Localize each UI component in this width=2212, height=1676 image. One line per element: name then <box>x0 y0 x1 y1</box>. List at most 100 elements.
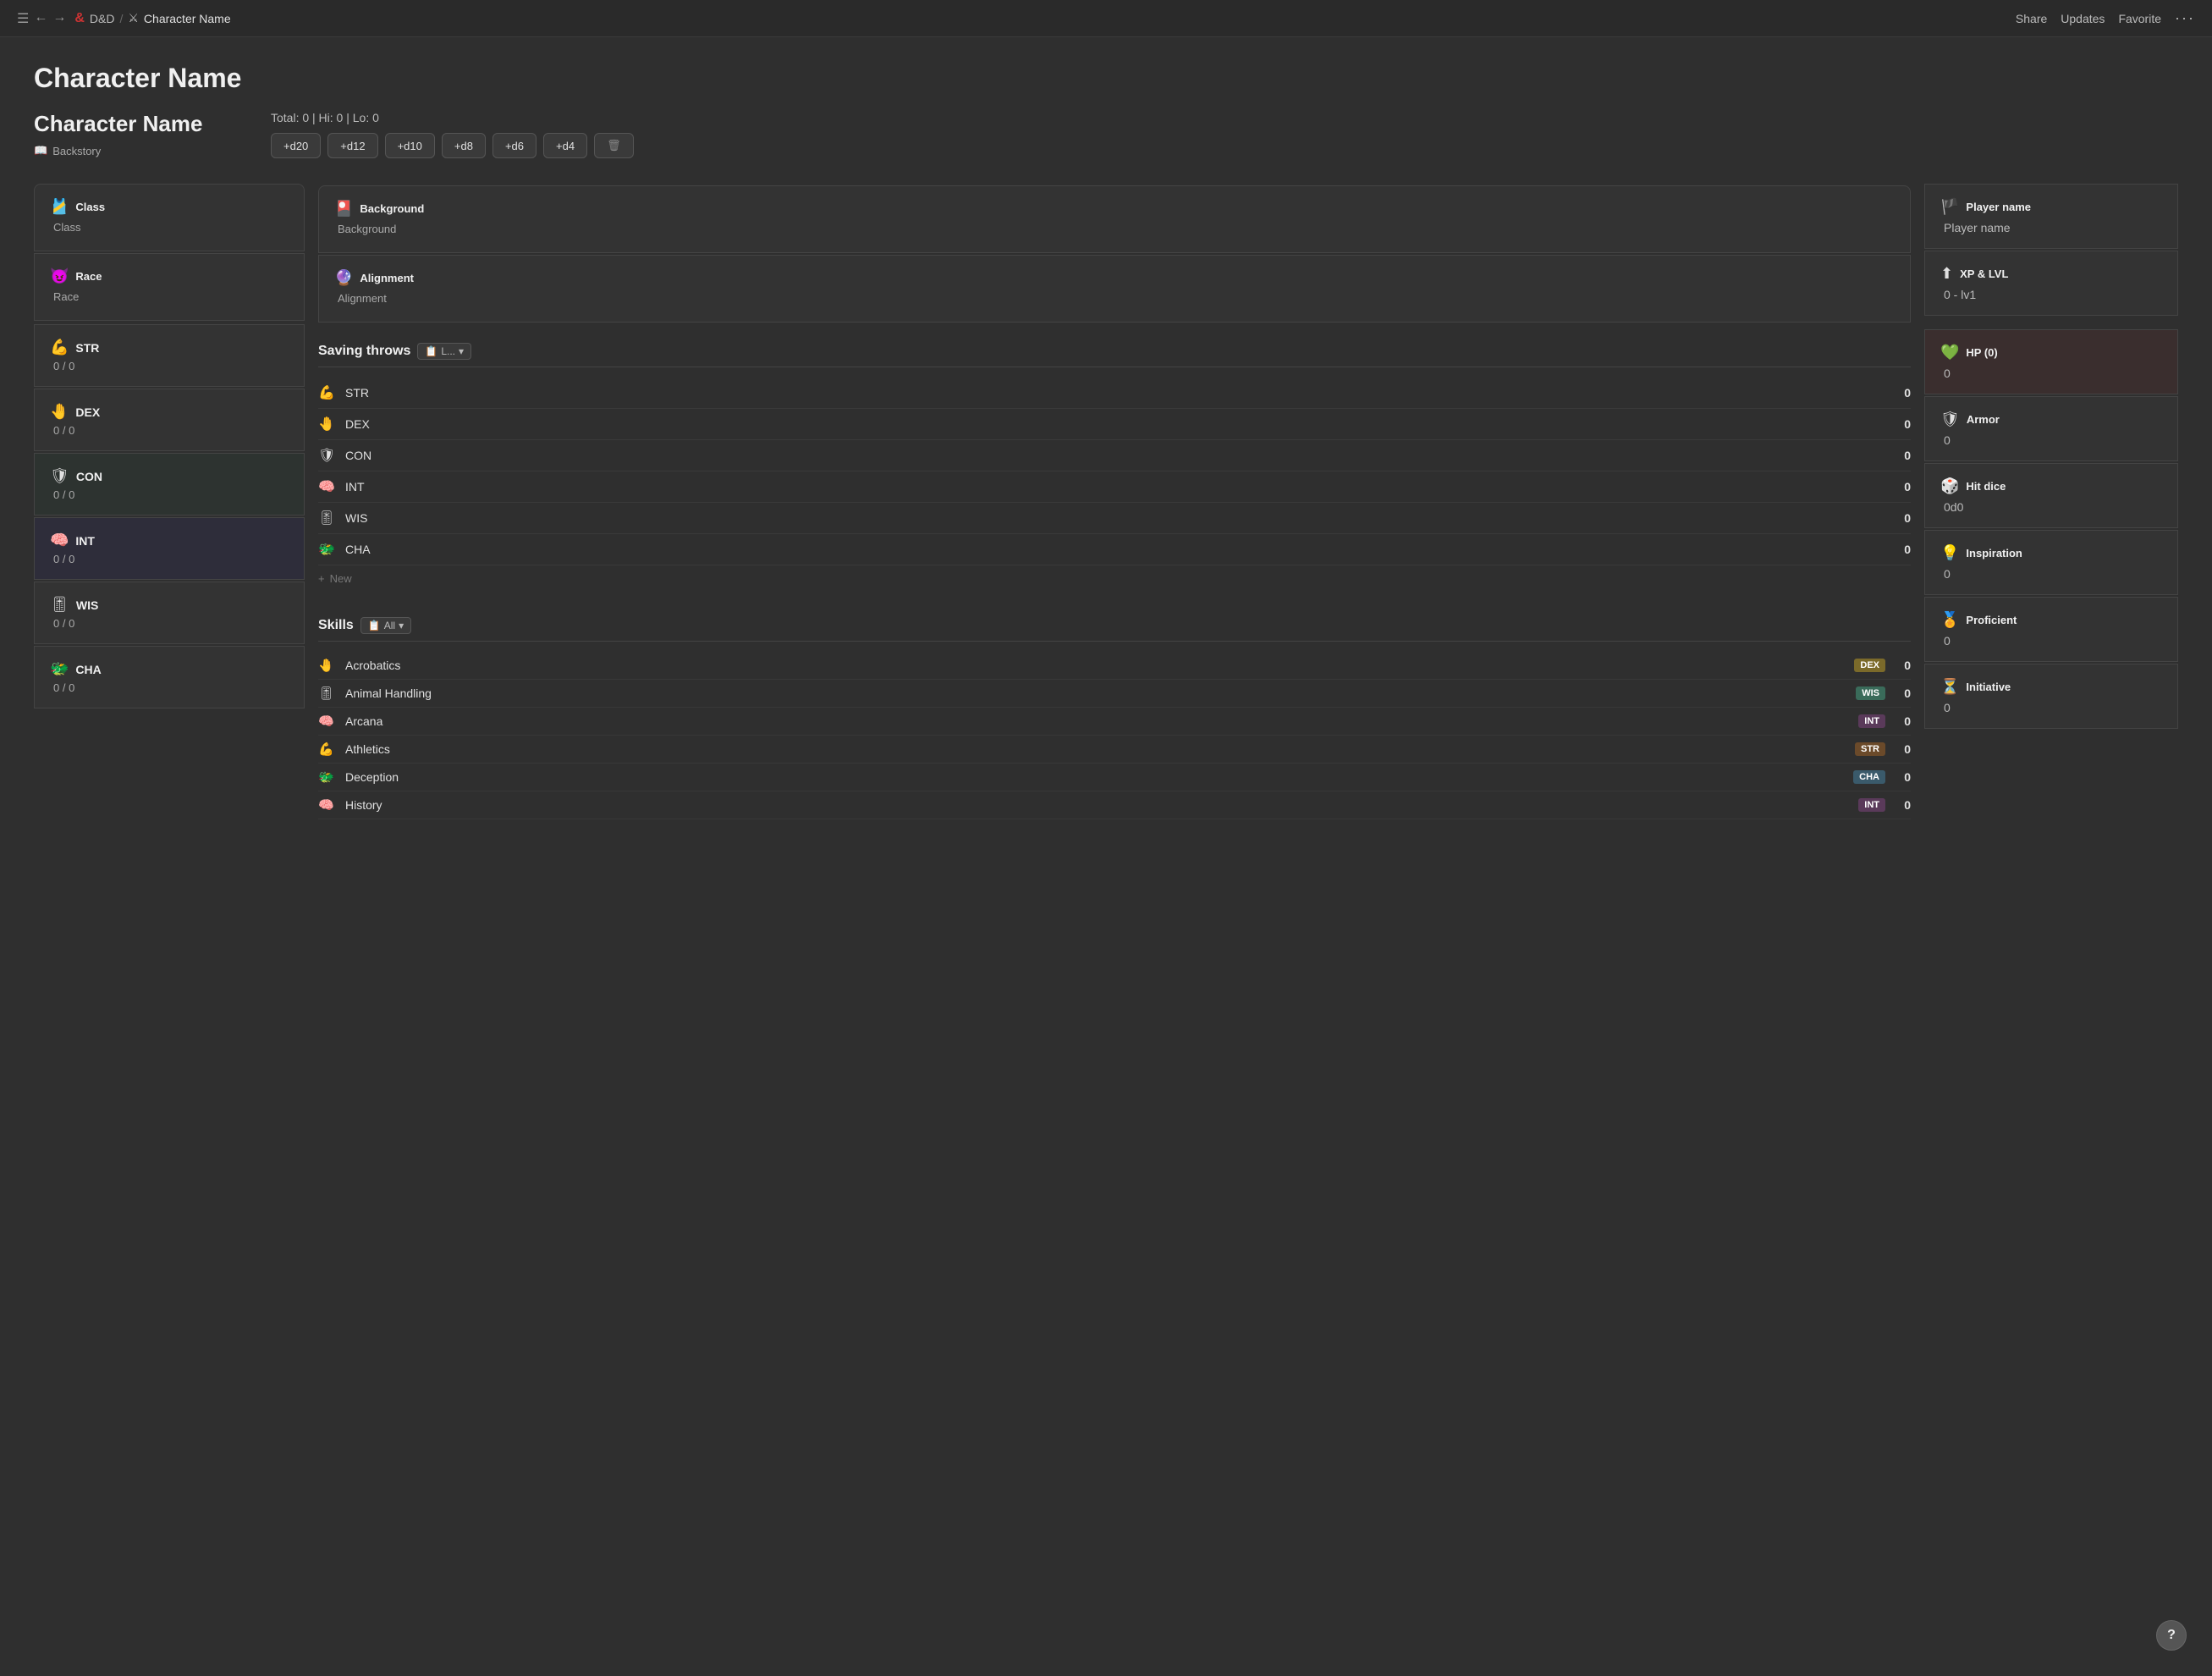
player-name-value[interactable]: Player name <box>1940 221 2162 234</box>
favorite-button[interactable]: Favorite <box>2118 12 2161 25</box>
throw-dex-name: DEX <box>345 417 1885 431</box>
proficient-icon: 🏅 <box>1940 611 1959 629</box>
race-title: Race <box>75 270 102 283</box>
class-value[interactable]: Class <box>50 221 289 234</box>
backstory-label: Backstory <box>52 145 101 157</box>
armor-title: Armor <box>1967 413 2000 426</box>
right-column: 🏴 Player name Player name ⬆ XP & LVL 0 -… <box>1924 184 2178 819</box>
background-value[interactable]: Background <box>334 223 1895 235</box>
class-title: Class <box>75 201 105 213</box>
background-card: 🎴 Background Background <box>318 185 1911 253</box>
background-title: Background <box>360 202 424 215</box>
skills-filter-table-icon: 📋 <box>368 620 381 631</box>
str-card: 💪 STR 0 / 0 <box>34 324 305 387</box>
saving-throws-header: Saving throws 📋 L... ▾ <box>318 334 1911 367</box>
proficient-card: 🏅 Proficient 0 <box>1924 597 2178 662</box>
cha-value[interactable]: 0 / 0 <box>50 681 289 694</box>
class-icon: 🎽 <box>50 198 69 216</box>
dice-clear-button[interactable]: 🗑 <box>594 133 634 158</box>
throw-int-icon: 🧠 <box>318 478 337 495</box>
initiative-icon: ⏳ <box>1940 678 1959 696</box>
share-button[interactable]: Share <box>2016 12 2047 25</box>
throw-cha-value: 0 <box>1885 543 1911 556</box>
int-value[interactable]: 0 / 0 <box>50 553 289 565</box>
saving-throw-con: 🛡 CON 0 <box>318 440 1911 471</box>
skills-filter[interactable]: 📋 All ▾ <box>360 617 411 634</box>
race-value[interactable]: Race <box>50 290 289 303</box>
saving-throw-wis: 🎚 WIS 0 <box>318 503 1911 534</box>
hp-value[interactable]: 0 <box>1940 367 2162 380</box>
acrobatics-value: 0 <box>1894 659 1911 672</box>
xp-value[interactable]: 0 - lv1 <box>1940 288 2162 301</box>
breadcrumb-page-title: Character Name <box>144 12 231 25</box>
throw-cha-name: CHA <box>345 543 1885 556</box>
con-name: CON <box>76 470 102 483</box>
topbar: ☰ ← → & D&D / ⚔ Character Name Share Upd… <box>0 0 2212 37</box>
armor-value[interactable]: 0 <box>1940 433 2162 447</box>
inspiration-value[interactable]: 0 <box>1940 567 2162 581</box>
saving-throws-chevron: ▾ <box>459 345 464 357</box>
saving-throw-dex: 🤚 DEX 0 <box>318 409 1911 440</box>
throw-cha-icon: 🐲 <box>318 541 337 558</box>
alignment-card: 🔮 Alignment Alignment <box>318 255 1911 323</box>
hit-dice-title: Hit dice <box>1966 480 2006 493</box>
acrobatics-badge: DEX <box>1854 659 1885 672</box>
d12-button[interactable]: +d12 <box>327 133 377 158</box>
alignment-value[interactable]: Alignment <box>334 292 1895 305</box>
throw-str-icon: 💪 <box>318 384 337 401</box>
hit-dice-value[interactable]: 0d0 <box>1940 500 2162 514</box>
proficient-value[interactable]: 0 <box>1940 634 2162 648</box>
saving-throw-add-new[interactable]: + New <box>318 565 1911 592</box>
d4-button[interactable]: +d4 <box>543 133 587 158</box>
dex-value[interactable]: 0 / 0 <box>50 424 289 437</box>
more-menu-button[interactable]: ··· <box>2175 9 2195 27</box>
menu-icon[interactable]: ☰ <box>17 10 29 27</box>
topbar-left: ☰ ← → & D&D / ⚔ Character Name <box>17 10 231 27</box>
char-header-left: Character Name 📖 Backstory <box>34 111 237 157</box>
throw-wis-value: 0 <box>1885 511 1911 525</box>
app-name[interactable]: D&D <box>90 12 115 25</box>
history-value: 0 <box>1894 798 1911 812</box>
str-value[interactable]: 0 / 0 <box>50 360 289 372</box>
initiative-value[interactable]: 0 <box>1940 701 2162 714</box>
back-icon[interactable]: ← <box>34 10 47 27</box>
proficient-title: Proficient <box>1966 614 2017 626</box>
player-name-icon: 🏴 <box>1940 198 1959 216</box>
skills-filter-label: All <box>384 620 395 631</box>
d8-button[interactable]: +d8 <box>442 133 486 158</box>
dice-buttons: +d20 +d12 +d10 +d8 +d6 +d4 🗑 <box>271 133 2178 158</box>
char-header-right: Total: 0 | Hi: 0 | Lo: 0 +d20 +d12 +d10 … <box>271 111 2178 158</box>
throw-str-name: STR <box>345 386 1885 400</box>
help-button[interactable]: ? <box>2156 1620 2187 1651</box>
hp-card: 💚 HP (0) 0 <box>1924 329 2178 394</box>
athletics-icon: 💪 <box>318 742 337 757</box>
app-icon: & <box>74 11 85 26</box>
left-column: 🎽 Class Class 😈 Race Race 💪 STR 0 / <box>34 184 305 819</box>
deception-value: 0 <box>1894 770 1911 784</box>
backstory-link[interactable]: 📖 Backstory <box>34 144 237 157</box>
deception-name: Deception <box>345 770 1853 784</box>
race-card: 😈 Race Race <box>34 253 305 321</box>
d20-button[interactable]: +d20 <box>271 133 321 158</box>
char-grid: 🎽 Class Class 😈 Race Race 💪 STR 0 / <box>34 184 2178 819</box>
saving-throw-cha: 🐲 CHA 0 <box>318 534 1911 565</box>
inspiration-icon: 💡 <box>1940 544 1959 562</box>
d6-button[interactable]: +d6 <box>492 133 536 158</box>
wis-value[interactable]: 0 / 0 <box>50 617 289 630</box>
history-badge: INT <box>1858 798 1885 812</box>
saving-throws-list: 💪 STR 0 🤚 DEX 0 🛡 CON 0 <box>318 378 1911 565</box>
saving-throw-int: 🧠 INT 0 <box>318 471 1911 503</box>
saving-throws-filter[interactable]: 📋 L... ▾ <box>417 343 471 360</box>
updates-button[interactable]: Updates <box>2061 12 2105 25</box>
str-icon: 💪 <box>50 339 69 356</box>
con-value[interactable]: 0 / 0 <box>50 488 289 501</box>
d10-button[interactable]: +d10 <box>385 133 435 158</box>
xp-title: XP & LVL <box>1960 267 2008 280</box>
saving-throws-section: Saving throws 📋 L... ▾ 💪 STR 0 🤚 <box>318 334 1911 592</box>
saving-throws-title: Saving throws <box>318 344 410 359</box>
history-name: History <box>345 798 1858 812</box>
throw-dex-icon: 🤚 <box>318 416 337 433</box>
nav-icons: ☰ ← → <box>17 10 66 27</box>
forward-icon[interactable]: → <box>52 10 66 27</box>
acrobatics-name: Acrobatics <box>345 659 1854 672</box>
